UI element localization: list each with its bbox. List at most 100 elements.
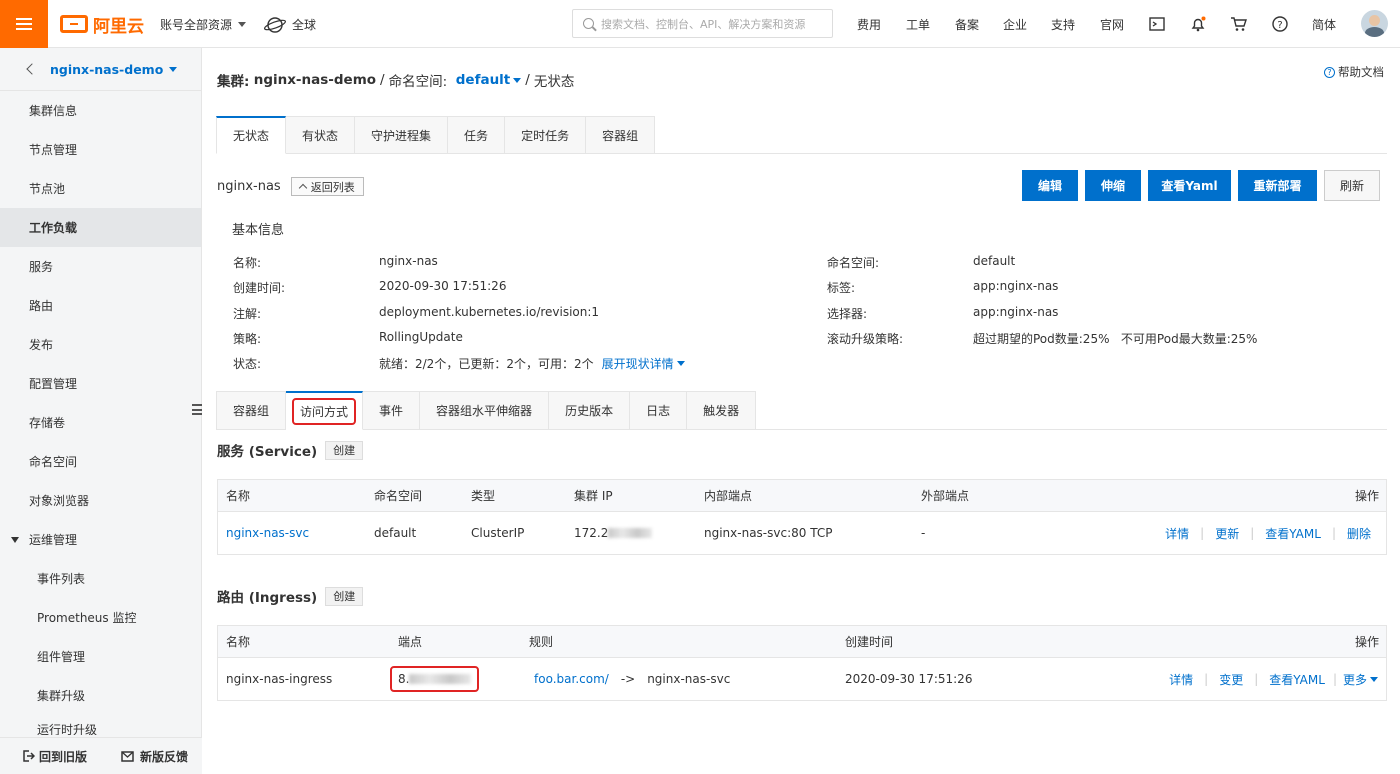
- sidebar-subitem-runtime-upgrade[interactable]: 运行时升级: [0, 715, 201, 735]
- nav-support[interactable]: 支持: [1051, 16, 1075, 33]
- tab-events[interactable]: 事件: [363, 391, 421, 430]
- region-selector[interactable]: 全球: [264, 16, 316, 33]
- sidebar-subitem-addons[interactable]: 组件管理: [0, 637, 201, 676]
- sidebar-item-workloads[interactable]: 工作负载: [0, 208, 201, 247]
- table-header: 名称 端点 规则 创建时间 操作: [218, 626, 1386, 658]
- details-link[interactable]: 详情: [1169, 671, 1193, 688]
- sidebar-subitem-events[interactable]: 事件列表: [0, 559, 201, 598]
- tab-history[interactable]: 历史版本: [549, 391, 631, 430]
- cluster-name[interactable]: nginx-nas-demo: [50, 62, 163, 77]
- update-link[interactable]: 更新: [1215, 525, 1239, 542]
- bell-icon[interactable]: [1189, 15, 1206, 32]
- feedback-link[interactable]: 新版反馈: [121, 748, 188, 765]
- tab-pods[interactable]: 容器组: [586, 116, 656, 154]
- create-ingress-button[interactable]: 创建: [325, 586, 364, 606]
- details-link[interactable]: 详情: [1165, 525, 1189, 542]
- view-yaml-link[interactable]: 查看YAML: [1265, 525, 1321, 542]
- tab-statefulsets[interactable]: 有状态: [286, 116, 356, 154]
- back-arrow-icon[interactable]: [26, 63, 38, 75]
- svg-text:?: ?: [1277, 20, 1282, 31]
- rule-arrow: ->: [620, 672, 636, 686]
- terminal-icon[interactable]: [1148, 15, 1165, 32]
- info-key: 名称:: [233, 256, 262, 270]
- cluster-switcher[interactable]: nginx-nas-demo: [0, 48, 201, 91]
- sidebar-collapse-icon[interactable]: [192, 404, 202, 415]
- back-to-list-button[interactable]: 返回列表: [290, 177, 364, 196]
- sidebar-item-ingress[interactable]: 路由: [0, 286, 201, 325]
- rule-host-link[interactable]: foo.bar.com/: [534, 672, 609, 686]
- info-key: 策略:: [233, 332, 262, 346]
- cart-icon[interactable]: [1230, 15, 1247, 32]
- sidebar-subitem-prometheus[interactable]: Prometheus 监控: [0, 598, 201, 637]
- tab-access-methods[interactable]: 访问方式: [286, 391, 364, 430]
- service-namespace: default: [374, 526, 417, 540]
- info-key: 选择器:: [827, 307, 868, 321]
- view-yaml-link[interactable]: 查看YAML: [1269, 671, 1325, 688]
- redeploy-button[interactable]: 重新部署: [1238, 170, 1317, 201]
- help-icon[interactable]: ?: [1271, 15, 1288, 32]
- sidebar: nginx-nas-demo 集群信息 节点管理 节点池 工作负载 服务 路由 …: [0, 48, 202, 774]
- edit-button[interactable]: 编辑: [1022, 170, 1078, 201]
- tab-hpa[interactable]: 容器组水平伸缩器: [420, 391, 550, 430]
- create-service-button[interactable]: 创建: [325, 440, 364, 460]
- ingress-endpoint: 8.: [390, 658, 480, 700]
- main-content: 集群: nginx-nas-demo / 命名空间: default / 无状态…: [203, 49, 1400, 774]
- user-avatar[interactable]: [1361, 10, 1388, 37]
- status-value: 就绪：2/2个，已更新：2个，可用：2个 展开现状详情: [379, 355, 685, 372]
- view-yaml-button[interactable]: 查看Yaml: [1148, 170, 1231, 201]
- globe-icon: [264, 16, 286, 33]
- menu-icon[interactable]: [0, 0, 48, 48]
- sidebar-item-release[interactable]: 发布: [0, 325, 201, 364]
- expand-status-link[interactable]: 展开现状详情: [602, 355, 685, 372]
- sidebar-item-services[interactable]: 服务: [0, 247, 201, 286]
- nav-billing[interactable]: 费用: [857, 16, 881, 33]
- account-scope-dropdown[interactable]: 账号全部资源: [160, 16, 247, 33]
- redacted-ip: [608, 528, 653, 538]
- scale-button[interactable]: 伸缩: [1085, 170, 1141, 201]
- refresh-button[interactable]: 刷新: [1324, 170, 1380, 201]
- namespace-dropdown[interactable]: default: [456, 72, 522, 88]
- search-input[interactable]: 搜索文档、控制台、API、解决方案和资源: [572, 9, 833, 38]
- sidebar-subitem-upgrade[interactable]: 集群升级: [0, 676, 201, 715]
- sidebar-item-nodes[interactable]: 节点管理: [0, 130, 201, 169]
- language-switch[interactable]: 简体: [1312, 16, 1336, 33]
- modify-link[interactable]: 变更: [1219, 671, 1243, 688]
- tab-logs[interactable]: 日志: [630, 391, 688, 430]
- nav-tickets[interactable]: 工单: [906, 16, 930, 33]
- tab-container-groups[interactable]: 容器组: [216, 391, 287, 430]
- sidebar-item-nodepools[interactable]: 节点池: [0, 169, 201, 208]
- breadcrumb-cluster-label: 集群:: [217, 74, 250, 90]
- sidebar-item-config[interactable]: 配置管理: [0, 364, 201, 403]
- arrow-up-icon: [298, 183, 307, 193]
- info-value: 超过期望的Pod数量:25% 不可用Pod最大数量:25%: [973, 332, 1258, 346]
- deployment-header: nginx-nas 返回列表: [217, 177, 364, 196]
- sidebar-item-object-browser[interactable]: 对象浏览器: [0, 481, 201, 520]
- tab-jobs[interactable]: 任务: [448, 116, 506, 154]
- nav-enterprise[interactable]: 企业: [1003, 16, 1027, 33]
- sidebar-item-namespaces[interactable]: 命名空间: [0, 442, 201, 481]
- row-actions: 详情 | 变更 | 查看YAML | 更多: [1169, 658, 1378, 700]
- tab-daemonsets[interactable]: 守护进程集: [355, 116, 449, 154]
- breadcrumb-namespace-label: 命名空间:: [388, 74, 448, 90]
- old-version-link[interactable]: 回到旧版: [22, 748, 87, 765]
- tab-triggers[interactable]: 触发器: [687, 391, 757, 430]
- mail-icon: [121, 750, 134, 762]
- delete-link[interactable]: 删除: [1347, 525, 1371, 542]
- aliyun-logo[interactable]: 阿里云: [60, 12, 144, 37]
- service-name-link[interactable]: nginx-nas-svc: [226, 512, 309, 554]
- more-dropdown[interactable]: 更多: [1343, 671, 1378, 688]
- ingress-table: 名称 端点 规则 创建时间 操作 nginx-nas-ingress 8. fo…: [217, 625, 1387, 701]
- sidebar-item-volumes[interactable]: 存储卷: [0, 403, 201, 442]
- nav-website[interactable]: 官网: [1100, 16, 1124, 33]
- nav-icp[interactable]: 备案: [955, 16, 979, 33]
- basic-info-right: 命名空间: default 标签: app:nginx-nas 选择器: app:ng…: [827, 254, 1367, 354]
- exit-icon: [23, 750, 35, 762]
- sidebar-item-ops[interactable]: 运维管理: [0, 520, 201, 559]
- column-header: 规则: [529, 635, 554, 649]
- sidebar-item-cluster-info[interactable]: 集群信息: [0, 91, 201, 130]
- caret-down-icon: [11, 536, 19, 543]
- tab-deployments[interactable]: 无状态: [216, 116, 287, 154]
- tab-cronjobs[interactable]: 定时任务: [505, 116, 587, 154]
- help-docs-link[interactable]: ? 帮助文档: [1324, 64, 1384, 80]
- info-key: 命名空间:: [827, 256, 880, 270]
